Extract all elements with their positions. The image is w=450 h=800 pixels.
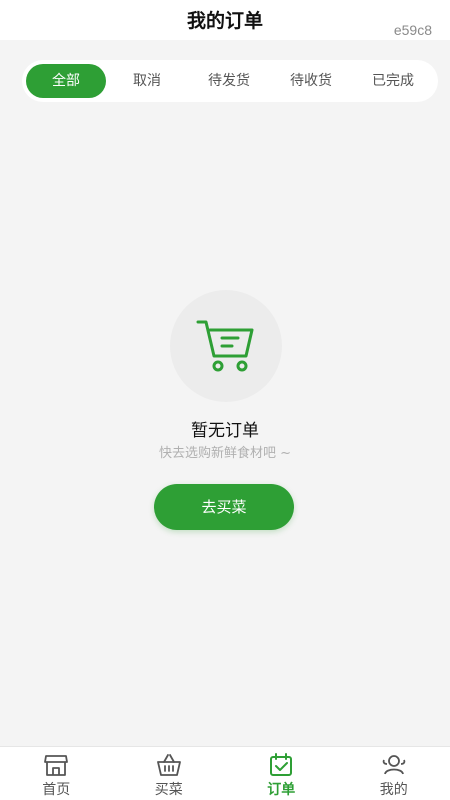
tabbar-item-mine[interactable]: 我的 <box>338 747 450 800</box>
tabbar-label-buy: 买菜 <box>154 782 183 798</box>
order-status-tabs: 全部 取消 待发货 待收货 已完成 <box>22 60 438 102</box>
tabbar-item-orders[interactable]: 订单 <box>225 747 338 800</box>
go-shopping-button[interactable]: 去买菜 <box>154 484 294 530</box>
tab-completed[interactable]: 已完成 <box>352 64 434 98</box>
tab-to-ship[interactable]: 待发货 <box>188 64 270 98</box>
tabbar-label-orders: 订单 <box>267 782 296 798</box>
shopping-cart-icon <box>196 320 254 372</box>
tabbar-item-buy[interactable]: 买菜 <box>113 747 226 800</box>
store-icon <box>44 755 69 776</box>
tabbar-label-mine: 我的 <box>379 782 408 798</box>
basket-icon <box>156 754 181 776</box>
users-icon <box>382 755 406 775</box>
empty-state-subtitle: 快去选购新鲜食材吧 ~ <box>158 446 292 461</box>
empty-state-title: 暂无订单 <box>191 421 259 441</box>
page-header: 我的订单 e59c8 <box>0 0 450 40</box>
empty-state-icon-circle <box>170 290 282 402</box>
calendar-check-icon <box>270 753 293 776</box>
bottom-tab-bar: 首页 买菜 订单 我的 <box>0 746 450 800</box>
tabbar-item-home[interactable]: 首页 <box>0 747 113 800</box>
tab-cancelled[interactable]: 取消 <box>106 64 188 98</box>
build-code-label: e59c8 <box>393 22 432 38</box>
main-content: 全部 取消 待发货 待收货 已完成 暂无订单 快去选购新鲜食材吧 ~ 去买菜 <box>0 40 450 746</box>
tab-to-receive[interactable]: 待收货 <box>270 64 352 98</box>
tabbar-label-home: 首页 <box>42 782 71 798</box>
page-title: 我的订单 <box>186 10 263 32</box>
tab-all[interactable]: 全部 <box>26 64 106 98</box>
